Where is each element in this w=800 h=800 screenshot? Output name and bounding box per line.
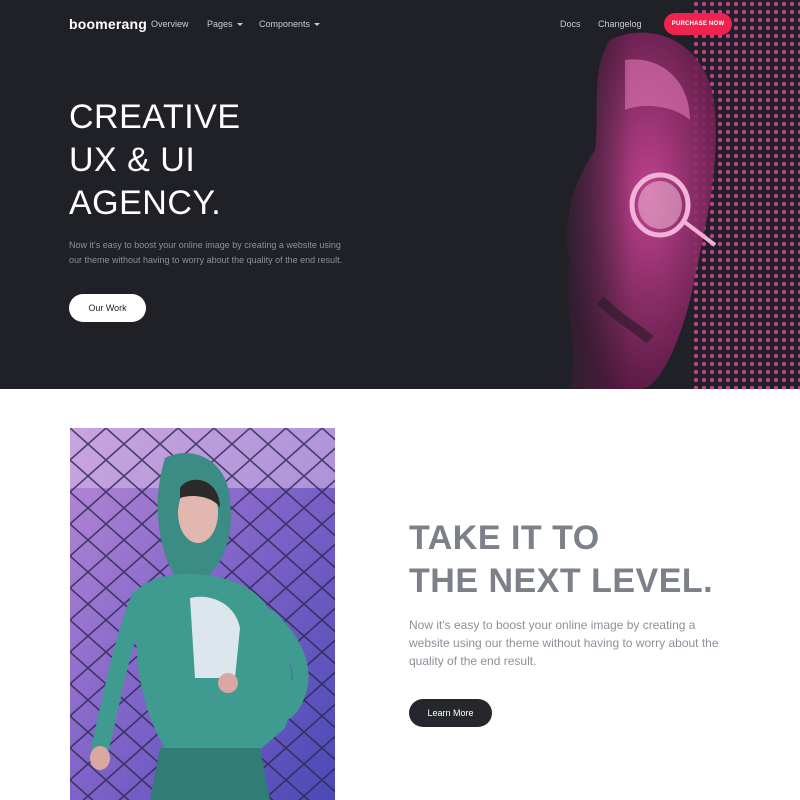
nav-link-label: Components (259, 19, 311, 29)
feature-model-image (70, 428, 335, 800)
hero-description: Now it's easy to boost your online image… (69, 240, 343, 265)
nav-link-label: Overview (151, 19, 189, 29)
brand-logo[interactable]: boomerang (69, 16, 147, 32)
feature-description: Now it's easy to boost your online image… (409, 618, 719, 668)
nav-link-label: Docs (560, 19, 581, 29)
nav-link-label: Pages (207, 19, 233, 29)
navbar: boomerang Overview Pages Components Docs… (0, 0, 800, 50)
nav-link-changelog[interactable]: Changelog (598, 19, 642, 29)
hero-title-line: UX & UI (69, 141, 196, 179)
nav-link-docs[interactable]: Docs (560, 19, 581, 29)
nav-link-label: Changelog (598, 19, 642, 29)
nav-link-overview[interactable]: Overview (151, 19, 189, 29)
caret-down-icon (236, 23, 243, 26)
hero-portrait-image (540, 0, 800, 389)
nav-link-components[interactable]: Components (259, 19, 321, 29)
our-work-button[interactable]: Our Work (69, 294, 146, 322)
learn-more-button[interactable]: Learn More (409, 699, 492, 727)
nav-link-pages[interactable]: Pages (207, 19, 243, 29)
feature-title-line: TAKE IT TO (409, 519, 600, 557)
feature-section: TAKE IT TO THE NEXT LEVEL. Now it's easy… (0, 389, 800, 800)
hero-title-line: CREATIVE (69, 98, 241, 136)
feature-title: TAKE IT TO THE NEXT LEVEL. (409, 517, 769, 603)
hero-title-line: AGENCY. (69, 184, 222, 222)
caret-down-icon (314, 23, 321, 26)
feature-title-line: THE NEXT LEVEL. (409, 562, 714, 600)
hero-title: CREATIVE UX & UI AGENCY. (69, 96, 389, 225)
hero-section: boomerang Overview Pages Components Docs… (0, 0, 800, 389)
purchase-now-button[interactable]: PURCHASE NOW (664, 13, 732, 35)
